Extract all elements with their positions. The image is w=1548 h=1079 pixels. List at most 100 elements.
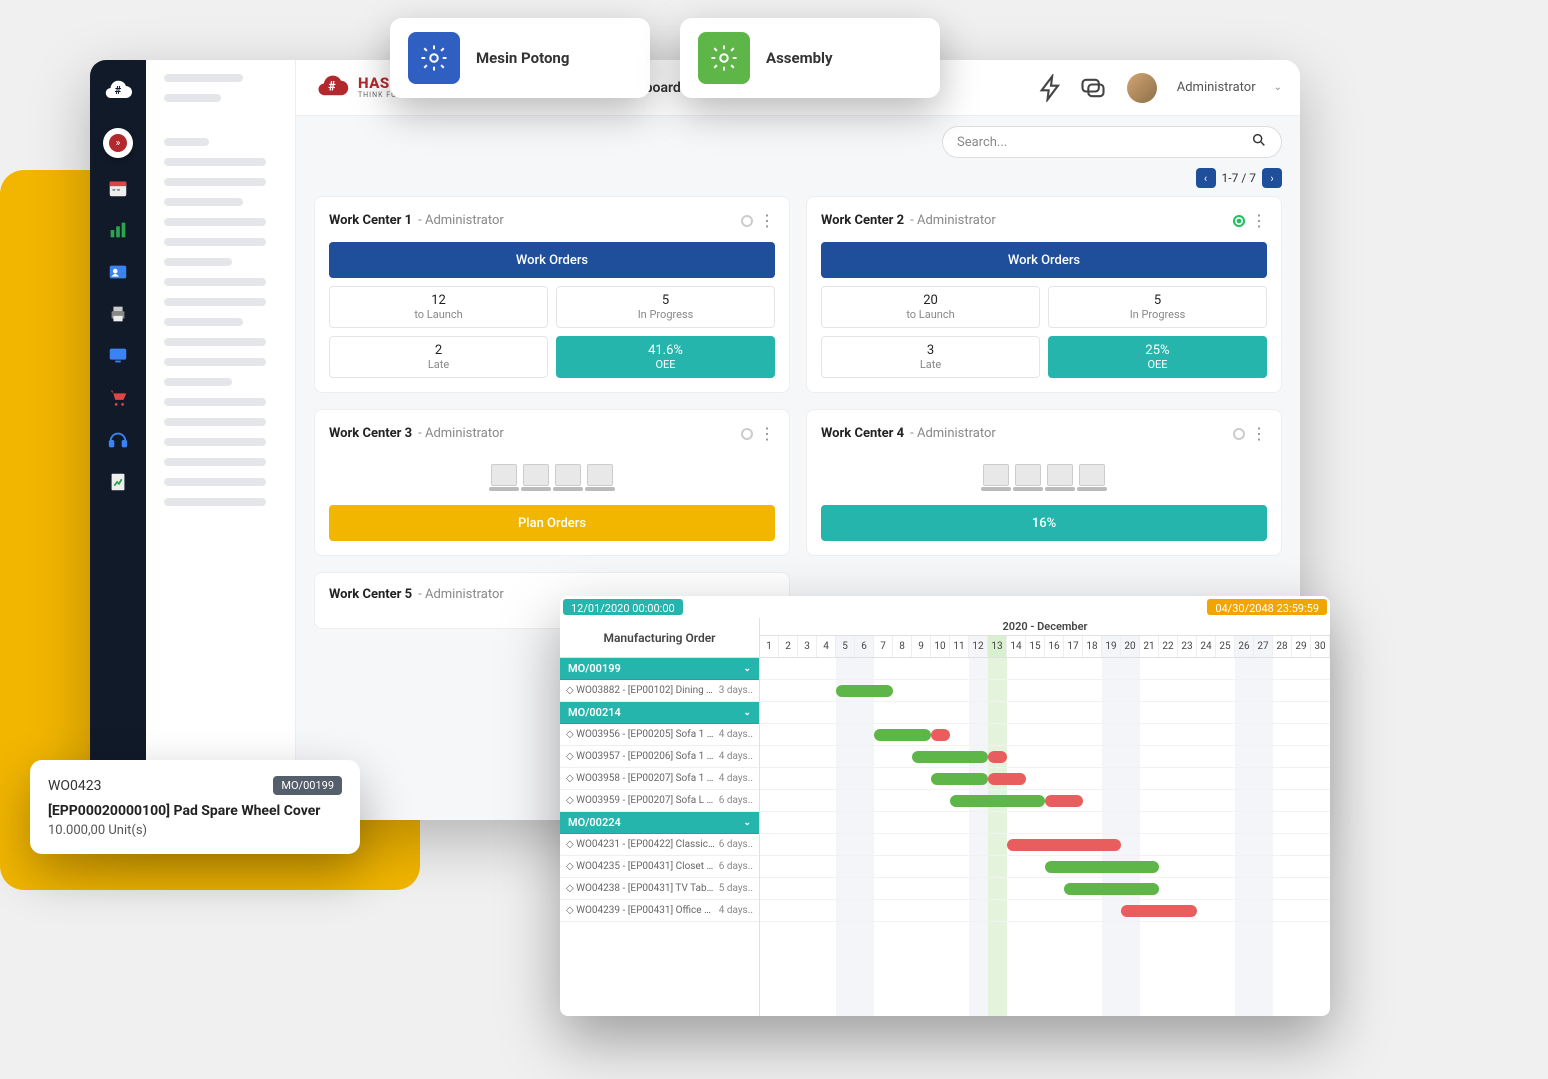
workcenter-name: Work Center 2 — [821, 213, 904, 228]
chip-mesin-potong[interactable]: Mesin Potong — [390, 18, 650, 98]
gantt-day-header[interactable]: 15 — [1026, 636, 1045, 657]
gantt-day-header[interactable]: 1 — [760, 636, 779, 657]
gantt-bar[interactable] — [912, 751, 988, 763]
gantt-day-header[interactable]: 21 — [1140, 636, 1159, 657]
work-orders-button[interactable]: Work Orders — [329, 242, 775, 278]
gantt-day-header[interactable]: 9 — [912, 636, 931, 657]
gantt-wo-row[interactable]: ◇ WO04238 - [EP00431] TV Table 60A5 days… — [560, 878, 759, 900]
work-orders-button[interactable]: Work Orders — [821, 242, 1267, 278]
stat-oee[interactable]: 25%OEE — [1048, 336, 1267, 378]
gantt-day-header[interactable]: 3 — [798, 636, 817, 657]
search-input[interactable]: Search... — [942, 126, 1282, 158]
chart-bar-icon[interactable] — [106, 218, 130, 242]
gantt-day-header[interactable]: 11 — [950, 636, 969, 657]
gantt-day-header[interactable]: 7 — [874, 636, 893, 657]
expand-nav-button[interactable]: » — [103, 128, 133, 158]
gantt-wo-row[interactable]: ◇ WO03957 - [EP00206] Sofa 1 seat wh..4 … — [560, 746, 759, 768]
gantt-day-header[interactable]: 24 — [1197, 636, 1216, 657]
gantt-mo-header[interactable]: MO/00214⌄ — [560, 702, 759, 724]
gantt-wo-row[interactable]: ◇ WO03956 - [EP00205] Sofa 1 seat bl..4 … — [560, 724, 759, 746]
gantt-bar[interactable] — [1064, 883, 1159, 895]
gantt-wo-row[interactable]: ◇ WO03882 - [EP00102] Dining Table..3 da… — [560, 680, 759, 702]
calendar-icon[interactable] — [106, 176, 130, 200]
gantt-day-header[interactable]: 5 — [836, 636, 855, 657]
gantt-day-header[interactable]: 8 — [893, 636, 912, 657]
gantt-wo-row[interactable]: ◇ WO04231 - [EP00422] Classic Draw..6 da… — [560, 834, 759, 856]
pager-next-button[interactable]: › — [1262, 168, 1282, 188]
gantt-day-header[interactable]: 16 — [1045, 636, 1064, 657]
gantt-day-header[interactable]: 25 — [1216, 636, 1235, 657]
gantt-day-header[interactable]: 14 — [1007, 636, 1026, 657]
gantt-day-header[interactable]: 12 — [969, 636, 988, 657]
stat-in-progress[interactable]: 5In Progress — [556, 286, 775, 328]
gantt-bar[interactable] — [931, 729, 950, 741]
gantt-day-header[interactable]: 28 — [1273, 636, 1292, 657]
headset-icon[interactable] — [106, 428, 130, 452]
gantt-day-header[interactable]: 10 — [931, 636, 950, 657]
popup-units: 10.000,00 Unit(s) — [48, 823, 342, 838]
kebab-menu-icon[interactable]: ⋮ — [1251, 424, 1267, 443]
gantt-day-header[interactable]: 4 — [817, 636, 836, 657]
gantt-day-header[interactable]: 13 — [988, 636, 1007, 657]
kebab-menu-icon[interactable]: ⋮ — [759, 424, 775, 443]
gantt-timeline[interactable]: 2020 - December 123456789101112131415161… — [760, 618, 1330, 1016]
kebab-menu-icon[interactable]: ⋮ — [1251, 211, 1267, 230]
gantt-wo-row[interactable]: ◇ WO04235 - [EP00431] Closet Drawe..6 da… — [560, 856, 759, 878]
gantt-mo-header[interactable]: MO/00199⌄ — [560, 658, 759, 680]
gantt-bar[interactable] — [988, 751, 1007, 763]
skeleton-line — [164, 218, 266, 226]
workcenter-admin: Administrator — [425, 213, 504, 228]
gantt-day-header[interactable]: 2 — [779, 636, 798, 657]
percent-button[interactable]: 16% — [821, 505, 1267, 541]
gantt-day-header[interactable]: 23 — [1178, 636, 1197, 657]
chip-assembly[interactable]: Assembly — [680, 18, 940, 98]
gantt-day-header[interactable]: 22 — [1159, 636, 1178, 657]
gantt-bar[interactable] — [1121, 905, 1197, 917]
gantt-wo-row[interactable]: ◇ WO04239 - [EP00431] Office Desk B..4 d… — [560, 900, 759, 922]
user-name[interactable]: Administrator — [1177, 80, 1256, 95]
gantt-day-header[interactable]: 6 — [855, 636, 874, 657]
stat-to-launch[interactable]: 20to Launch — [821, 286, 1040, 328]
lightning-icon[interactable] — [1037, 74, 1065, 102]
gantt-day-header[interactable]: 20 — [1121, 636, 1140, 657]
kebab-menu-icon[interactable]: ⋮ — [759, 211, 775, 230]
gantt-day-header[interactable]: 19 — [1102, 636, 1121, 657]
stat-to-launch[interactable]: 12to Launch — [329, 286, 548, 328]
gantt-bar[interactable] — [1045, 795, 1083, 807]
user-badge-icon[interactable] — [106, 260, 130, 284]
stat-late[interactable]: 2Late — [329, 336, 548, 378]
skeleton-line — [164, 258, 232, 266]
gantt-bar[interactable] — [874, 729, 931, 741]
chevron-down-icon[interactable]: ⌄ — [1274, 82, 1282, 93]
popup-mo-badge[interactable]: MO/00199 — [273, 776, 342, 795]
stat-in-progress[interactable]: 5In Progress — [1048, 286, 1267, 328]
gantt-day-header[interactable]: 18 — [1083, 636, 1102, 657]
stat-late[interactable]: 3Late — [821, 336, 1040, 378]
conveyor-illustration — [329, 455, 775, 495]
gantt-mo-header[interactable]: MO/00224⌄ — [560, 812, 759, 834]
gantt-bar[interactable] — [1045, 861, 1159, 873]
printer-icon[interactable] — [106, 302, 130, 326]
gantt-bar[interactable] — [988, 773, 1026, 785]
pager-prev-button[interactable]: ‹ — [1196, 168, 1216, 188]
cloud-logo-icon[interactable]: # — [100, 74, 136, 110]
gantt-day-header[interactable]: 30 — [1311, 636, 1330, 657]
avatar[interactable] — [1127, 73, 1157, 103]
gantt-day-header[interactable]: 26 — [1235, 636, 1254, 657]
gantt-day-header[interactable]: 29 — [1292, 636, 1311, 657]
gantt-day-header[interactable]: 17 — [1064, 636, 1083, 657]
report-icon[interactable] — [106, 470, 130, 494]
gantt-bar[interactable] — [950, 795, 1045, 807]
gantt-wo-row[interactable]: ◇ WO03958 - [EP00207] Sofa 1 seat br..4 … — [560, 768, 759, 790]
gantt-bar[interactable] — [1007, 839, 1121, 851]
gantt-bar[interactable] — [836, 685, 893, 697]
gantt-day-header[interactable]: 27 — [1254, 636, 1273, 657]
chat-icon[interactable] — [1079, 74, 1107, 102]
stat-oee[interactable]: 41.6%OEE — [556, 336, 775, 378]
gantt-wo-row[interactable]: ◇ WO03959 - [EP00207] Sofa L seat bl..6 … — [560, 790, 759, 812]
monitor-icon[interactable] — [106, 344, 130, 368]
gantt-bar[interactable] — [931, 773, 988, 785]
search-icon — [1251, 132, 1267, 152]
plan-orders-button[interactable]: Plan Orders — [329, 505, 775, 541]
cart-icon[interactable] — [106, 386, 130, 410]
